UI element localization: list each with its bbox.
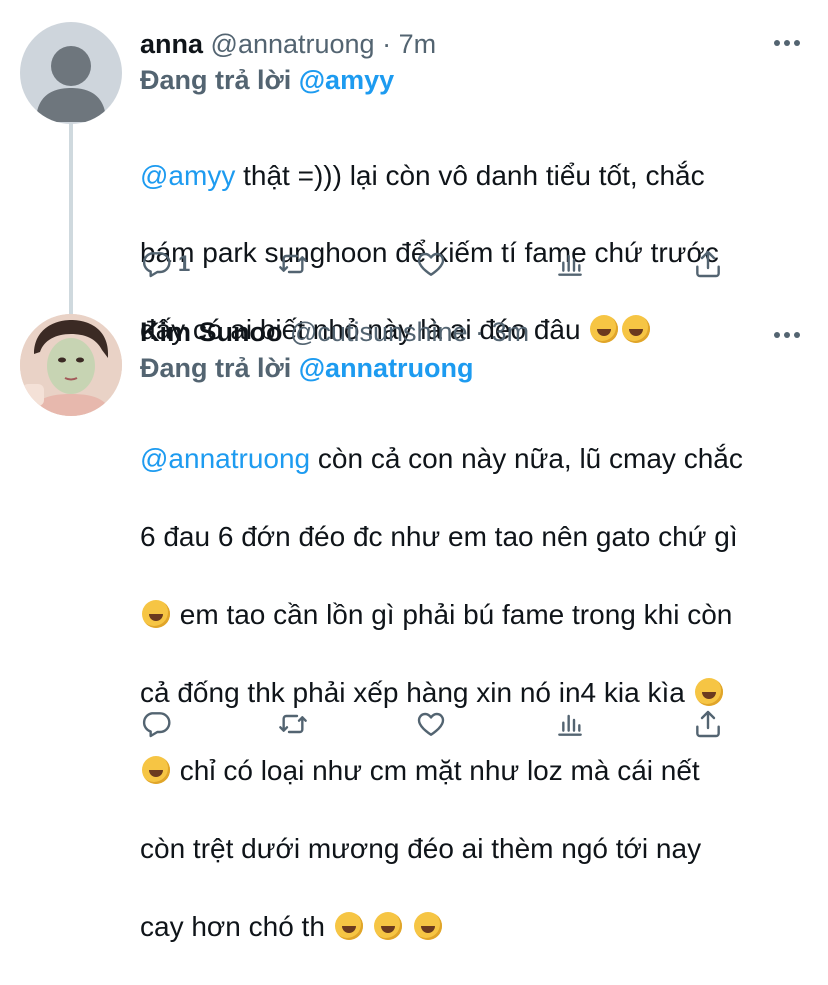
- retweet-icon: [279, 714, 307, 734]
- display-name[interactable]: Kim Sunoo: [140, 317, 283, 347]
- share-button[interactable]: [692, 248, 724, 280]
- user-handle[interactable]: @cutisunshine: [290, 317, 468, 347]
- reply-button[interactable]: 1: [140, 248, 190, 280]
- grinning-squinting-emoji-icon: [334, 912, 363, 940]
- share-button[interactable]: [692, 708, 724, 740]
- timestamp[interactable]: 3m: [492, 317, 530, 347]
- separator-dot: ·: [475, 317, 485, 347]
- replying-to-prefix: Đang trả lời: [140, 353, 299, 383]
- replying-to-handle[interactable]: @annatruong: [299, 353, 474, 383]
- tweet-line-2: 6 đau 6 đớn đéo đc như em tao nên gato c…: [140, 521, 738, 552]
- timestamp[interactable]: 7m: [399, 29, 437, 59]
- share-icon: [696, 250, 720, 278]
- reply-count: 1: [178, 251, 191, 276]
- grinning-squinting-emoji-icon: [414, 912, 443, 940]
- tears-of-joy-emoji-icon: [142, 600, 170, 628]
- tweet-line-3: em tao cần lồn gì phải bú fame trong khi…: [179, 599, 733, 630]
- tweet-line-1: còn cả con này nữa, lũ cmay chắc: [310, 443, 743, 474]
- display-name[interactable]: anna: [140, 29, 203, 59]
- user-handle[interactable]: @annatruong: [211, 29, 375, 59]
- tweet-line-4: cả đống thk phải xếp hàng xin nó in4 kia…: [140, 677, 685, 708]
- grinning-squinting-emoji-icon: [374, 912, 403, 940]
- rolling-laughing-emoji-icon: [694, 678, 723, 706]
- like-icon: [417, 252, 445, 276]
- profile-photo-icon: [20, 314, 122, 416]
- analytics-button[interactable]: [554, 708, 586, 740]
- retweet-icon: [279, 254, 307, 274]
- tweet-line-6: còn trệt dưới mương đéo ai thèm ngó tới …: [140, 833, 702, 864]
- mention-link[interactable]: @amyy: [140, 160, 235, 191]
- replying-to: Đang trả lời @annatruong: [140, 352, 808, 384]
- avatar-default[interactable]: [20, 22, 122, 124]
- retweet-button[interactable]: [277, 248, 309, 280]
- tweet-kim-sunoo[interactable]: Kim Sunoo @cutisunshine · 3m Đang trả lờ…: [0, 310, 828, 942]
- analytics-icon: [558, 254, 582, 276]
- reply-icon: [142, 712, 171, 738]
- avatar-photo[interactable]: [20, 314, 122, 416]
- tweet-anna[interactable]: anna @annatruong · 7m Đang trả lời @amyy…: [0, 0, 828, 345]
- mention-link[interactable]: @annatruong: [140, 443, 310, 474]
- reply-icon: [142, 252, 171, 278]
- default-avatar-icon: [36, 46, 106, 122]
- rolling-laughing-emoji-icon: [142, 756, 170, 784]
- replying-to-prefix: Đang trả lời: [140, 65, 299, 95]
- retweet-button[interactable]: [277, 708, 309, 740]
- tweet-line-1: thật =))) lại còn vô danh tiểu tốt, chắc: [235, 159, 705, 191]
- like-button[interactable]: [415, 248, 447, 280]
- share-icon: [696, 710, 720, 738]
- tweet-text: @annatruong còn cả con này nữa, lũ cmay …: [140, 400, 808, 985]
- replying-to: Đang trả lời @amyy: [140, 64, 808, 96]
- reply-button[interactable]: [140, 708, 172, 740]
- replying-to-handle[interactable]: @amyy: [299, 65, 394, 95]
- like-icon: [417, 712, 445, 736]
- tweet-line-5: chỉ có loại như cm mặt như loz mà cái nế…: [179, 755, 700, 786]
- tweet-line-7: cay hơn chó th: [140, 911, 325, 942]
- separator-dot: ·: [382, 29, 392, 59]
- like-button[interactable]: [415, 708, 447, 740]
- analytics-button[interactable]: [554, 248, 586, 280]
- analytics-icon: [558, 714, 582, 736]
